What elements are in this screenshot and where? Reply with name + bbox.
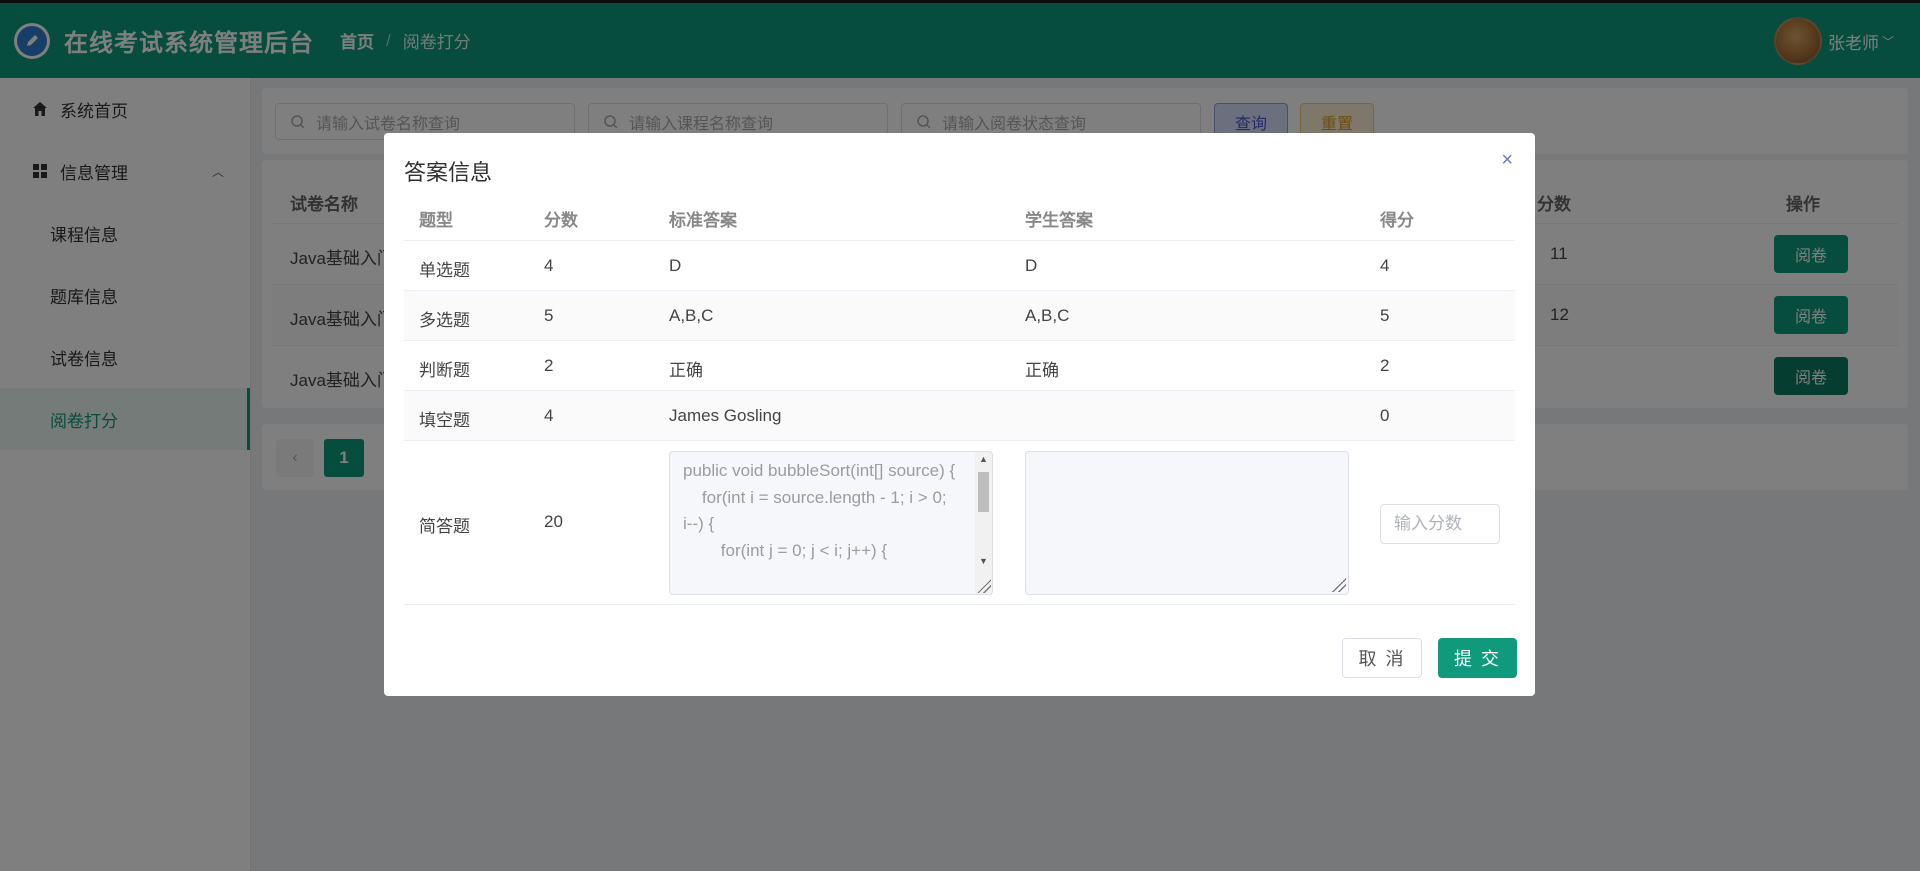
student-answer-cell: D	[1025, 256, 1038, 275]
type-cell: 多选题	[419, 311, 470, 330]
points-cell: 4	[544, 256, 554, 275]
table-row-essay: 简答题 20 public void bubbleSort(int[] sour…	[404, 441, 1515, 605]
table-row: 多选题 5 A,B,C A,B,C 5	[404, 291, 1515, 341]
table-row: 判断题 2 正确 正确 2	[404, 341, 1515, 391]
score-input[interactable]	[1380, 504, 1500, 544]
score-cell: 4	[1380, 256, 1390, 275]
type-cell: 填空题	[419, 411, 470, 430]
column-header-type: 题型	[419, 211, 453, 230]
column-header-score: 得分	[1380, 211, 1414, 230]
student-answer-cell: 正确	[1025, 361, 1059, 380]
submit-button[interactable]: 提 交	[1438, 638, 1517, 678]
column-header-points: 分数	[544, 211, 578, 230]
score-cell: 2	[1380, 356, 1390, 375]
scrollbar[interactable]: ▲ ▼	[975, 452, 992, 594]
standard-answer-cell: A,B,C	[669, 306, 714, 325]
standard-answer-cell: 正确	[669, 361, 703, 380]
standard-answer-textarea[interactable]: public void bubbleSort(int[] source) { f…	[669, 451, 993, 595]
student-answer-textarea[interactable]	[1025, 451, 1349, 595]
score-cell: 5	[1380, 306, 1390, 325]
table-row: 填空题 4 James Gosling 0	[404, 391, 1515, 441]
type-cell: 单选题	[419, 261, 470, 280]
standard-answer-text: public void bubbleSort(int[] source) { f…	[683, 461, 956, 560]
answer-table: 题型 分数 标准答案 学生答案 得分 单选题 4 D D 4 多选题 5 A,B…	[404, 191, 1515, 605]
standard-answer-cell: James Gosling	[669, 406, 782, 425]
column-header-standard-answer: 标准答案	[669, 211, 737, 230]
table-row: 单选题 4 D D 4	[404, 241, 1515, 291]
close-icon[interactable]: ×	[1501, 149, 1513, 172]
scroll-down-arrow-icon[interactable]: ▼	[979, 556, 988, 566]
type-cell: 简答题	[419, 517, 470, 536]
table-header-row: 题型 分数 标准答案 学生答案 得分	[404, 191, 1515, 241]
scroll-up-arrow-icon[interactable]: ▲	[979, 454, 988, 464]
resize-handle-icon[interactable]	[977, 579, 991, 593]
score-cell: 0	[1380, 406, 1390, 425]
points-cell: 5	[544, 306, 554, 325]
answer-dialog: 答案信息 × 题型 分数 标准答案 学生答案 得分 单选题 4 D D 4 多选…	[384, 133, 1535, 696]
points-cell: 2	[544, 356, 554, 375]
resize-handle-icon[interactable]	[1332, 578, 1346, 592]
cancel-button[interactable]: 取 消	[1342, 638, 1422, 678]
student-answer-cell: A,B,C	[1025, 306, 1070, 325]
points-cell: 4	[544, 406, 554, 425]
scrollbar-thumb[interactable]	[978, 472, 989, 512]
type-cell: 判断题	[419, 361, 470, 380]
column-header-student-answer: 学生答案	[1025, 211, 1093, 230]
standard-answer-cell: D	[669, 256, 682, 275]
dialog-title: 答案信息	[404, 160, 493, 185]
points-cell: 20	[544, 512, 563, 531]
